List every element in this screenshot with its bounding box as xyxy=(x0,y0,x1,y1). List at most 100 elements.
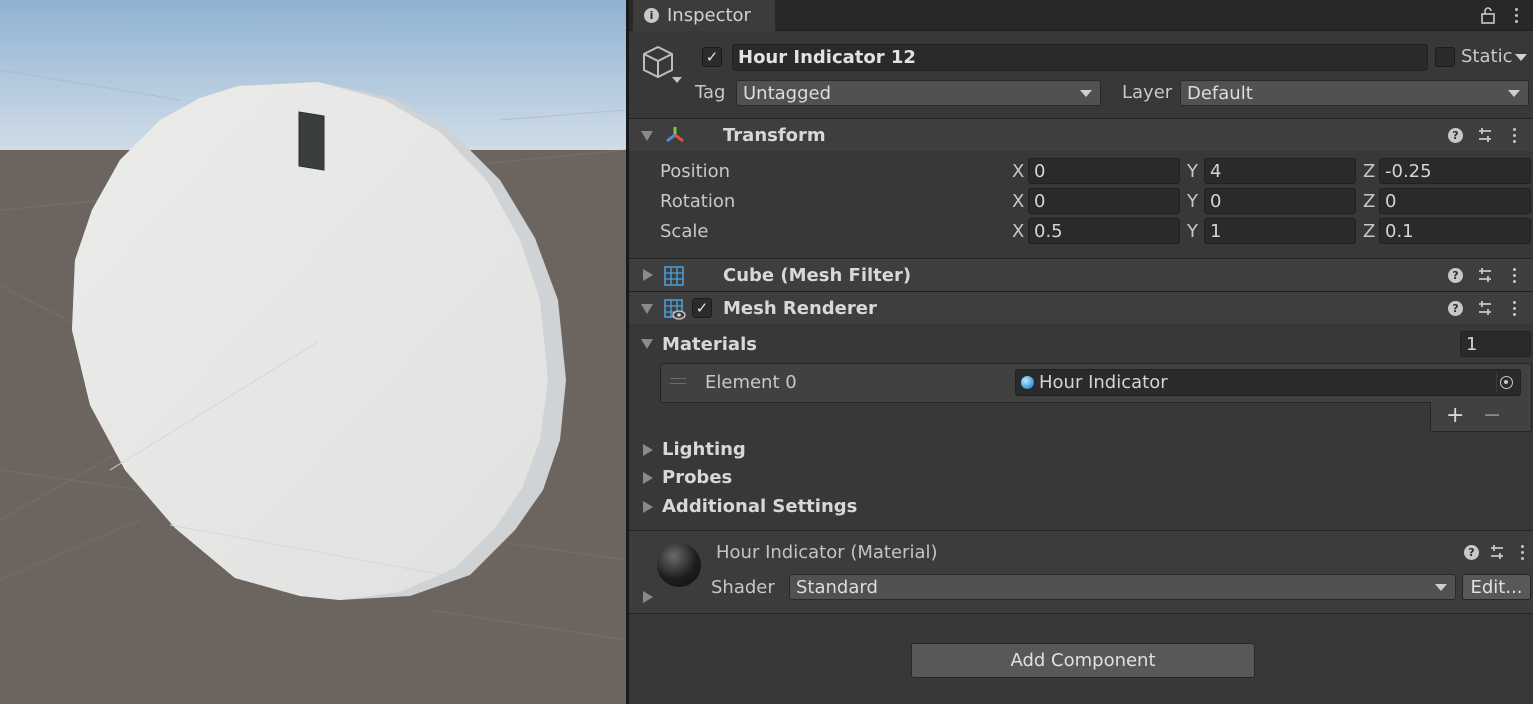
position-x-field[interactable]: 0 xyxy=(1028,158,1180,184)
position-y-field[interactable]: 4 xyxy=(1204,158,1356,184)
mesh-renderer-header[interactable]: ✓ Mesh Renderer ? xyxy=(629,291,1533,324)
axis-y-label[interactable]: Y xyxy=(1187,161,1198,182)
tag-dropdown[interactable]: Untagged xyxy=(736,80,1101,106)
materials-collapse-arrow-icon[interactable] xyxy=(641,339,653,349)
tab-menu-icon[interactable] xyxy=(1509,6,1523,24)
axis-z-label[interactable]: Z xyxy=(1363,221,1375,242)
materials-count-field[interactable]: 1 xyxy=(1460,331,1531,357)
transform-title: Transform xyxy=(723,125,826,146)
position-z-value: -0.25 xyxy=(1385,160,1432,182)
scale-z-value: 0.1 xyxy=(1385,220,1414,242)
additional-settings-label[interactable]: Additional Settings xyxy=(662,496,857,517)
help-icon[interactable]: ? xyxy=(1448,300,1463,316)
layer-label: Layer xyxy=(1122,82,1173,103)
tag-value: Untagged xyxy=(743,82,832,104)
hour-indicator[interactable] xyxy=(298,111,325,171)
cube-object-icon xyxy=(643,45,673,79)
material-sphere-icon xyxy=(1021,376,1034,389)
transform-header[interactable]: Transform ? xyxy=(629,118,1533,151)
active-checkbox[interactable]: ✓ xyxy=(702,47,722,67)
scale-y-field[interactable]: 1 xyxy=(1204,218,1356,244)
rotation-x-value: 0 xyxy=(1034,190,1046,212)
presets-icon[interactable] xyxy=(1489,544,1505,560)
tag-label: Tag xyxy=(695,82,726,103)
rotation-label: Rotation xyxy=(660,191,736,212)
object-name: Hour Indicator 12 xyxy=(738,47,916,68)
help-icon[interactable]: ? xyxy=(1448,127,1463,143)
object-picker-icon[interactable] xyxy=(1496,372,1516,392)
inspector-panel: i Inspector ✓ Hour Indicator 12 Static T… xyxy=(626,0,1533,704)
collapse-arrow-icon[interactable] xyxy=(641,131,653,141)
rotation-y-value: 0 xyxy=(1210,190,1222,212)
material-object-field[interactable]: Hour Indicator xyxy=(1015,369,1521,396)
scene-canvas[interactable] xyxy=(0,0,626,704)
object-icon-dropdown-arrow[interactable] xyxy=(672,77,682,83)
component-menu-icon[interactable] xyxy=(1507,300,1521,316)
element-label: Element 0 xyxy=(705,372,797,393)
rotation-y-field[interactable]: 0 xyxy=(1204,188,1356,214)
inspector-tabbar: i Inspector xyxy=(629,0,1533,31)
position-x-value: 0 xyxy=(1034,160,1046,182)
axis-z-label[interactable]: Z xyxy=(1363,161,1375,182)
transform-header-icons: ? xyxy=(1448,127,1521,143)
add-element-button[interactable]: + xyxy=(1446,403,1464,428)
presets-icon[interactable] xyxy=(1477,267,1493,283)
scene-view[interactable] xyxy=(0,0,626,704)
material-object-value: Hour Indicator xyxy=(1039,372,1168,393)
expand-arrow-icon[interactable] xyxy=(643,269,653,281)
object-header: ✓ Hour Indicator 12 Static Tag Untagged … xyxy=(629,31,1533,117)
collapse-arrow-icon[interactable] xyxy=(641,304,653,314)
presets-icon[interactable] xyxy=(1477,127,1493,143)
axis-x-label[interactable]: X xyxy=(1012,161,1024,182)
static-checkbox[interactable] xyxy=(1435,47,1455,67)
position-z-field[interactable]: -0.25 xyxy=(1379,158,1531,184)
materials-label[interactable]: Materials xyxy=(662,334,757,355)
additional-settings-expand-arrow-icon[interactable] xyxy=(643,501,653,513)
mesh-filter-title: Cube (Mesh Filter) xyxy=(723,265,912,286)
shader-value: Standard xyxy=(796,576,878,598)
component-menu-icon[interactable] xyxy=(1507,127,1521,143)
help-icon[interactable]: ? xyxy=(1464,544,1479,560)
remove-element-button[interactable]: − xyxy=(1483,403,1501,428)
drag-handle-icon[interactable] xyxy=(670,378,686,384)
mesh-renderer-icon xyxy=(664,299,686,320)
scale-label: Scale xyxy=(660,221,709,242)
mesh-filter-header[interactable]: Cube (Mesh Filter) ? xyxy=(629,258,1533,291)
tab-inspector[interactable]: i Inspector xyxy=(633,0,775,31)
lighting-expand-arrow-icon[interactable] xyxy=(643,444,653,456)
component-menu-icon[interactable] xyxy=(1507,267,1521,283)
mesh-renderer-header-icons: ? xyxy=(1448,300,1521,316)
static-dropdown-arrow[interactable] xyxy=(1515,54,1527,61)
chevron-down-icon xyxy=(1435,584,1447,591)
axis-y-label[interactable]: Y xyxy=(1187,221,1198,242)
shader-dropdown[interactable]: Standard xyxy=(789,574,1456,600)
lighting-label[interactable]: Lighting xyxy=(662,439,746,460)
axis-x-label[interactable]: X xyxy=(1012,221,1024,242)
presets-icon[interactable] xyxy=(1477,300,1493,316)
material-preview-sphere xyxy=(657,543,701,587)
axis-y-label[interactable]: Y xyxy=(1187,191,1198,212)
material-header-icons: ? xyxy=(1464,544,1529,560)
edit-shader-button[interactable]: Edit... xyxy=(1462,574,1531,600)
probes-expand-arrow-icon[interactable] xyxy=(643,472,653,484)
material-menu-icon[interactable] xyxy=(1515,544,1529,560)
material-title: Hour Indicator (Material) xyxy=(716,542,938,563)
rotation-z-value: 0 xyxy=(1385,190,1397,212)
object-name-field[interactable]: Hour Indicator 12 xyxy=(732,44,1428,71)
mesh-renderer-enabled-checkbox[interactable]: ✓ xyxy=(692,298,712,318)
chevron-down-icon xyxy=(1080,90,1092,97)
static-label[interactable]: Static xyxy=(1461,46,1512,67)
rotation-x-field[interactable]: 0 xyxy=(1028,188,1180,214)
material-expand-arrow-icon[interactable] xyxy=(643,591,653,603)
axis-z-label[interactable]: Z xyxy=(1363,191,1375,212)
probes-label[interactable]: Probes xyxy=(662,467,732,488)
help-icon[interactable]: ? xyxy=(1448,267,1463,283)
lock-icon[interactable] xyxy=(1481,6,1495,24)
axis-x-label[interactable]: X xyxy=(1012,191,1024,212)
layer-dropdown[interactable]: Default xyxy=(1180,80,1529,106)
scale-x-field[interactable]: 0.5 xyxy=(1028,218,1180,244)
rotation-z-field[interactable]: 0 xyxy=(1379,188,1531,214)
materials-count: 1 xyxy=(1466,333,1478,355)
add-component-button[interactable]: Add Component xyxy=(911,643,1255,678)
scale-z-field[interactable]: 0.1 xyxy=(1379,218,1531,244)
